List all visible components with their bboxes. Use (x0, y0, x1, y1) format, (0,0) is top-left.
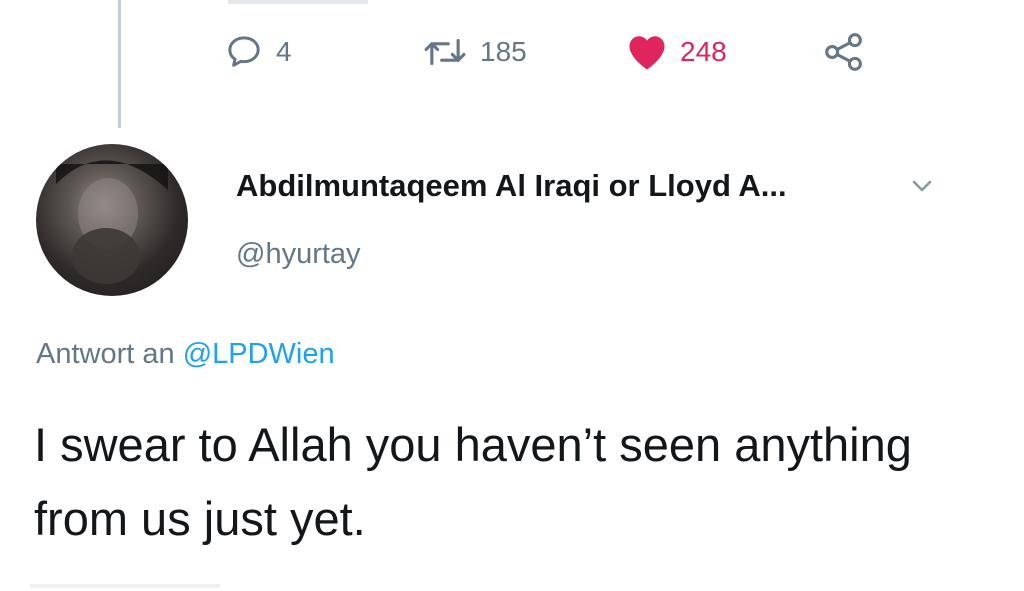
tweet-action-bar: 4 185 248 (0, 28, 1024, 76)
author-handle[interactable]: @hyurtay (236, 238, 361, 271)
share-icon (822, 32, 866, 72)
reply-count: 4 (276, 36, 292, 67)
retweet-icon (422, 32, 468, 72)
reply-action[interactable]: 4 (224, 28, 292, 76)
share-action[interactable] (822, 28, 866, 76)
heart-icon (626, 32, 668, 72)
like-action[interactable]: 248 (626, 28, 727, 76)
like-count: 248 (680, 36, 727, 67)
reply-context-prefix: Antwort an (36, 338, 175, 370)
previous-tweet-remnant (228, 0, 368, 4)
reply-context: Antwort an @LPDWien (36, 338, 335, 371)
next-tweet-remnant (30, 584, 220, 588)
avatar[interactable] (36, 144, 188, 296)
retweet-action[interactable]: 185 (422, 28, 527, 76)
author-display-name[interactable]: Abdilmuntaqeem Al Iraqi or Lloyd A... (236, 168, 787, 204)
reply-mention-link[interactable]: @LPDWien (183, 338, 335, 370)
tweet-text: I swear to Allah you haven’t seen anythi… (34, 418, 912, 545)
reply-icon (224, 32, 264, 72)
chevron-down-icon[interactable] (908, 176, 936, 201)
retweet-count: 185 (480, 36, 527, 67)
